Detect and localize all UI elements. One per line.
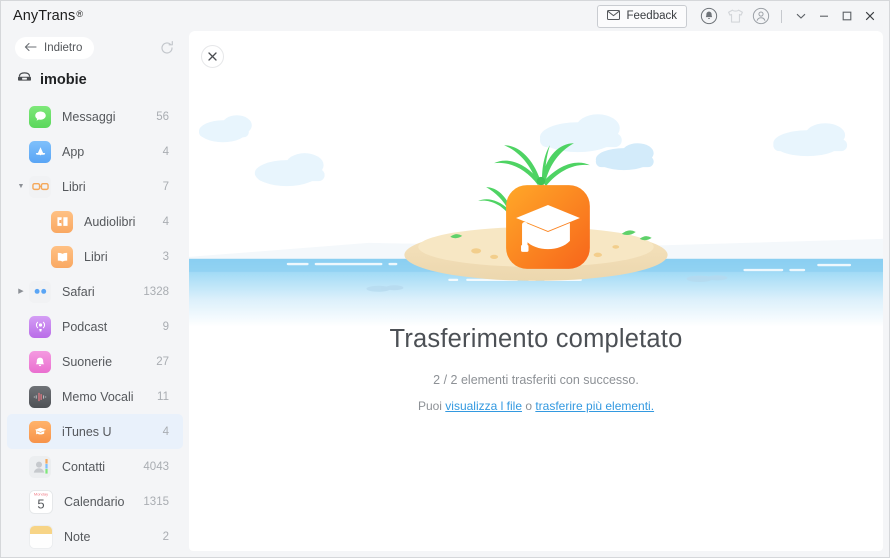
ringtones-icon <box>29 350 51 373</box>
book-icon <box>51 245 73 268</box>
title-bar: AnyTrans ® Feedback <box>1 1 889 31</box>
device-row[interactable]: imobie <box>1 65 189 95</box>
toolbar-divider <box>781 9 782 23</box>
sidebar-item-label: Podcast <box>62 319 108 334</box>
arrow-left-icon <box>24 42 37 55</box>
registered-mark: ® <box>76 9 84 19</box>
titlebar-controls: Feedback <box>597 3 889 29</box>
page-title: Trasferimento completato <box>389 325 683 353</box>
sidebar-item-label: Libri <box>62 179 86 194</box>
bell-icon[interactable] <box>696 3 722 29</box>
sidebar-item-count: 4 <box>162 145 169 158</box>
notes-icon <box>29 524 53 549</box>
sidebar-toolbar: Indietro <box>1 31 189 65</box>
sidebar-item-count: 2 <box>162 530 169 543</box>
sidebar-item-count: 1315 <box>143 495 169 508</box>
sidebar-item-app[interactable]: App 4 <box>7 134 183 169</box>
anytrans-window: AnyTrans ® Feedback Indietro imobie Mess… <box>0 0 890 558</box>
sidebar-item-count: 27 <box>156 355 169 368</box>
sidebar-item-count: 9 <box>162 320 169 333</box>
back-button[interactable]: Indietro <box>15 37 95 59</box>
sidebar-item-messaggi[interactable]: Messaggi 56 <box>7 99 183 134</box>
sidebar-item-note[interactable]: Note 2 <box>7 519 183 554</box>
cloud-shapes <box>198 114 848 187</box>
app-title: AnyTrans <box>13 8 76 24</box>
sidebar-item-memo-vocali[interactable]: Memo Vocali 11 <box>7 379 183 414</box>
sidebar-item-count: 11 <box>157 390 169 403</box>
svg-text:5: 5 <box>37 496 44 511</box>
envelope-icon <box>607 9 621 23</box>
sidebar-item-label: Safari <box>62 284 95 299</box>
tshirt-icon[interactable] <box>722 3 748 29</box>
sidebar-item-itunes-u[interactable]: iTunes U 4 <box>7 414 183 449</box>
main-panel: Trasferimento completato 2 / 2 elementi … <box>189 31 883 551</box>
caret-down-icon[interactable]: ▼ <box>16 183 26 190</box>
view-files-link[interactable]: visualizza l file <box>445 399 522 413</box>
transfer-more-link[interactable]: trasferire più elementi. <box>535 399 654 413</box>
sidebar-item-safari[interactable]: ▶ Safari 1328 <box>7 274 183 309</box>
sidebar-item-libri[interactable]: Libri 3 <box>7 239 183 274</box>
back-label: Indietro <box>44 42 83 54</box>
sidebar-item-label: Libri <box>84 249 108 264</box>
sidebar-item-label: iTunes U <box>62 424 112 439</box>
feedback-button[interactable]: Feedback <box>597 4 687 28</box>
sidebar-item-suonerie[interactable]: Suonerie 27 <box>7 344 183 379</box>
island-itunesu-illustration <box>189 97 883 327</box>
sidebar-item-count: 3 <box>162 250 169 263</box>
chevron-down-icon[interactable] <box>789 4 812 28</box>
itunesu-app-icon <box>506 185 590 269</box>
sidebar-item-label: Messaggi <box>62 109 116 124</box>
feedback-label: Feedback <box>626 10 677 22</box>
sidebar-item-podcast[interactable]: Podcast 9 <box>7 309 183 344</box>
sidebar-item-count: 4 <box>162 425 169 438</box>
maximize-icon[interactable] <box>835 4 858 28</box>
refresh-icon[interactable] <box>157 38 177 58</box>
audiobooks-icon <box>51 210 73 233</box>
sidebar-item-count: 1328 <box>143 285 169 298</box>
links-middle: o <box>522 399 536 413</box>
sidebar-item-label: Audiolibri <box>84 214 136 229</box>
sidebar-item-label: Contatti <box>62 459 106 474</box>
appstore-icon <box>29 140 51 163</box>
sidebar-item-contatti[interactable]: Contatti 4043 <box>7 449 183 484</box>
transfer-summary: 2 / 2 elementi trasferiti con successo. <box>433 373 639 387</box>
calendar-icon: Monday 5 <box>29 489 53 514</box>
sidebar-item-calendario[interactable]: Monday 5 Calendario 1315 <box>7 484 183 519</box>
sidebar-item-label: Calendario <box>64 494 125 509</box>
contacts-icon <box>29 455 51 478</box>
itunesu-icon <box>29 420 51 443</box>
sidebar-item-count: 56 <box>156 110 169 123</box>
account-icon[interactable] <box>748 3 774 29</box>
sidebar-item-label: Suonerie <box>62 354 113 369</box>
action-links: Puoi visualizza l file o trasferire più … <box>189 399 883 413</box>
sidebar-item-count: 4043 <box>143 460 169 473</box>
sidebar-item-label: Note <box>64 529 91 544</box>
sidebar-item-count: 7 <box>162 180 169 193</box>
sidebar-item-audiolibri[interactable]: Audiolibri 4 <box>7 204 183 239</box>
voicememo-icon <box>29 385 51 408</box>
links-prefix: Puoi <box>417 399 446 413</box>
close-icon[interactable] <box>858 4 881 28</box>
books-group-icon <box>29 175 51 198</box>
device-icon <box>17 71 32 89</box>
sidebar-item-count: 4 <box>162 215 169 228</box>
device-name: imobie <box>40 72 87 88</box>
safari-icon <box>29 280 51 303</box>
sidebar-item-label: Memo Vocali <box>62 389 134 404</box>
messages-icon <box>29 105 51 128</box>
sidebar: Indietro imobie Messaggi 56 App 4 ▼ Libr… <box>1 31 189 557</box>
caret-right-icon[interactable]: ▶ <box>16 288 26 295</box>
app-brand: AnyTrans ® <box>13 8 83 24</box>
sidebar-nav-list: Messaggi 56 App 4 ▼ Libri 7 Audiolibri 4… <box>1 99 189 554</box>
podcast-icon <box>29 315 51 338</box>
minimize-icon[interactable] <box>812 4 835 28</box>
sidebar-item-libri-group[interactable]: ▼ Libri 7 <box>7 169 183 204</box>
completion-message: Trasferimento completato 2 / 2 elementi … <box>189 325 883 413</box>
panel-close-button[interactable] <box>201 45 224 68</box>
sidebar-item-label: App <box>62 144 85 159</box>
